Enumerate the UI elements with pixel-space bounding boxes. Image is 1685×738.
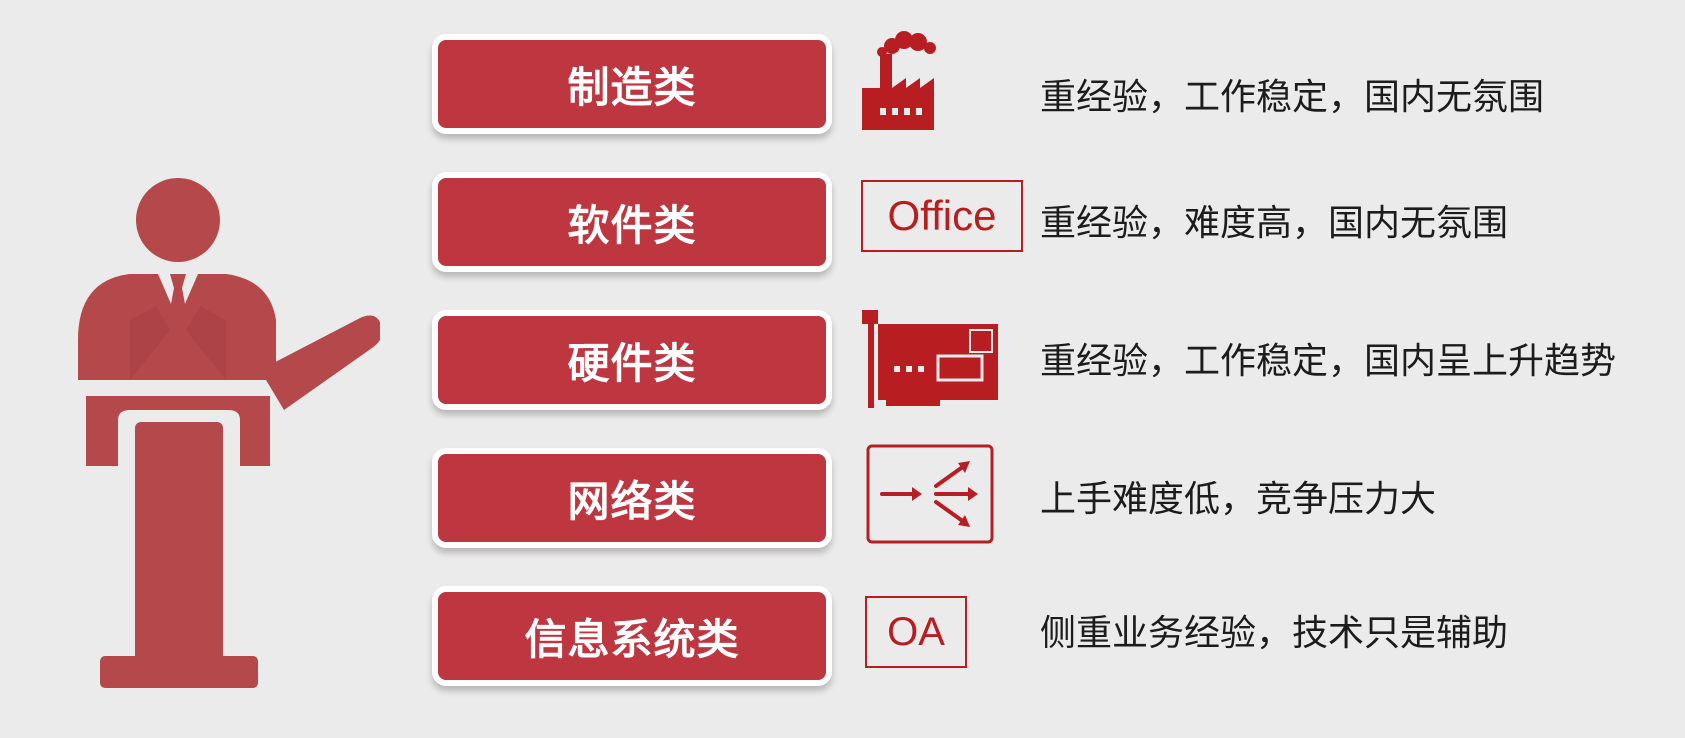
office-label-icon: Office xyxy=(861,180,1023,252)
row-manufacturing: 制造类 重经验，工作稳定，国内无氛围 xyxy=(0,30,1685,140)
category-button-information-system[interactable]: 信息系统类 xyxy=(432,586,832,686)
category-label: 信息系统类 xyxy=(524,614,740,664)
category-label: 硬件类 xyxy=(567,338,697,388)
category-label: 制造类 xyxy=(567,62,697,112)
expansion-card-icon xyxy=(862,310,998,408)
office-icon-text: Office xyxy=(887,192,997,239)
network-switch-icon xyxy=(866,444,994,544)
category-button-network[interactable]: 网络类 xyxy=(432,448,832,548)
row-hardware: 硬件类 重经验，工作稳定，国内呈上升趋势 xyxy=(0,306,1685,416)
row-software: 软件类 Office 重经验，难度高，国内无氛围 xyxy=(0,168,1685,278)
description-text: 重经验，工作稳定，国内呈上升趋势 xyxy=(1040,341,1617,382)
category-button-hardware[interactable]: 硬件类 xyxy=(432,310,832,410)
category-button-software[interactable]: 软件类 xyxy=(432,172,832,272)
factory-icon xyxy=(862,31,936,130)
row-network: 网络类 上手难度低，竞争压力大 xyxy=(0,444,1685,554)
category-label: 软件类 xyxy=(567,200,697,250)
category-button-manufacturing[interactable]: 制造类 xyxy=(432,34,832,134)
oa-icon-text: OA xyxy=(887,609,945,654)
category-label: 网络类 xyxy=(567,476,697,526)
description-text: 侧重业务经验，技术只是辅助 xyxy=(1040,613,1509,654)
description-text: 重经验，工作稳定，国内无氛围 xyxy=(1040,77,1545,118)
row-information-system: 信息系统类 OA 侧重业务经验，技术只是辅助 xyxy=(0,582,1685,692)
description-text: 上手难度低，竞争压力大 xyxy=(1040,479,1437,520)
description-text: 重经验，难度高，国内无氛围 xyxy=(1040,203,1509,244)
oa-label-icon: OA xyxy=(865,596,967,668)
